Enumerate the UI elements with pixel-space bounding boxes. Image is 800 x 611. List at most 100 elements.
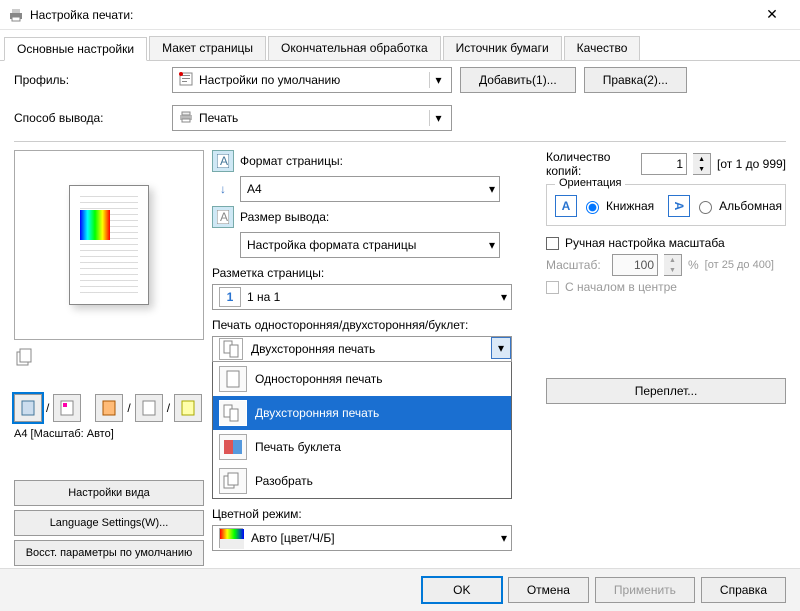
svg-text:A: A	[220, 210, 228, 224]
layout-select[interactable]: 1 1 на 1 ▾	[212, 284, 512, 310]
scale-label: Масштаб:	[546, 258, 606, 272]
close-button[interactable]: ✕	[752, 6, 792, 23]
binding-button[interactable]: Переплет...	[546, 378, 786, 404]
orientation-portrait[interactable]: А Книжная	[555, 195, 654, 217]
layout-label: Разметка страницы:	[212, 266, 538, 280]
view-mode-2[interactable]	[53, 394, 81, 422]
chevron-down-icon: ▾	[501, 290, 507, 304]
color-icon	[219, 528, 243, 548]
view-mode-1[interactable]	[14, 394, 42, 422]
scale-range: [от 25 до 400]	[705, 259, 774, 271]
duplex-select[interactable]: Двухсторонняя печать ▾	[212, 336, 512, 362]
option-label: Печать буклета	[255, 440, 341, 454]
copies-spinner[interactable]: ▲▼	[693, 153, 711, 175]
chevron-down-icon: ▾	[489, 238, 495, 252]
profile-select[interactable]: Настройки по умолчанию ▾	[172, 67, 452, 93]
page-format-label: Формат страницы:	[240, 154, 343, 168]
page-format-icon: A	[212, 150, 234, 172]
tab-finishing[interactable]: Окончательная обработка	[268, 36, 441, 60]
page-format-select[interactable]: A4 ▾	[240, 176, 500, 202]
language-settings-button[interactable]: Language Settings(W)...	[14, 510, 204, 536]
middle-panel: A Формат страницы: ↓ A4 ▾ A Размер вывод…	[212, 150, 538, 566]
tab-paper-source[interactable]: Источник бумаги	[443, 36, 562, 60]
scale-spinner: ▲▼	[664, 254, 682, 276]
output-size-icon: A	[212, 206, 234, 228]
chevron-down-icon: ▾	[429, 72, 447, 88]
print-icon	[179, 110, 193, 127]
duplex-icon	[219, 338, 243, 360]
apply-button[interactable]: Применить	[595, 577, 695, 603]
view-mode-4[interactable]	[135, 394, 163, 422]
page-format-value: A4	[247, 182, 262, 196]
edit-profile-button[interactable]: Правка(2)...	[584, 67, 687, 93]
center-origin-label: С началом в центре	[565, 280, 677, 294]
view-mode-5[interactable]	[174, 394, 202, 422]
option-collate[interactable]: Разобрать	[213, 464, 511, 498]
main-content: / / / A4 [Масштаб: Авто] Настройки вида …	[0, 146, 800, 566]
color-mode-select[interactable]: Авто [цвет/Ч/Б] ▾	[212, 525, 512, 551]
tabstrip: Основные настройки Макет страницы Оконча…	[0, 36, 800, 61]
chevron-down-icon: ▾	[491, 337, 511, 359]
option-label: Двухсторонняя печать	[255, 406, 379, 420]
duplex-value: Двухсторонняя печать	[251, 342, 375, 356]
chevron-down-icon: ▾	[489, 182, 495, 196]
manual-scale-checkbox[interactable]	[546, 237, 559, 250]
option-double-sided[interactable]: Двухсторонняя печать	[213, 396, 511, 430]
color-mode-value: Авто [цвет/Ч/Б]	[251, 531, 335, 545]
tab-quality[interactable]: Качество	[564, 36, 641, 60]
dialog-footer: OK Отмена Применить Справка	[0, 568, 800, 611]
view-mode-3[interactable]	[95, 394, 123, 422]
option-booklet[interactable]: Печать буклета	[213, 430, 511, 464]
single-page-icon	[219, 366, 247, 392]
svg-text:A: A	[220, 154, 228, 168]
layout-badge: 1	[219, 287, 241, 307]
page-preview	[69, 185, 149, 305]
layout-value: 1 на 1	[247, 290, 280, 304]
radio-portrait[interactable]	[586, 201, 599, 214]
tab-basic[interactable]: Основные настройки	[4, 37, 147, 61]
ok-button[interactable]: OK	[422, 577, 502, 603]
titlebar: Настройка печати: ✕	[0, 0, 800, 30]
add-profile-button[interactable]: Добавить(1)...	[460, 67, 576, 93]
option-label: Разобрать	[255, 474, 313, 488]
option-label: Односторонняя печать	[255, 372, 383, 386]
orientation-group: Ориентация А Книжная А Альбомная	[546, 184, 786, 226]
booklet-icon	[219, 434, 247, 460]
profile-label: Профиль:	[14, 73, 164, 87]
landscape-label: Альбомная	[719, 199, 782, 213]
help-button[interactable]: Справка	[701, 577, 786, 603]
chevron-down-icon: ▾	[429, 110, 447, 126]
option-single-sided[interactable]: Односторонняя печать	[213, 362, 511, 396]
copies-input[interactable]	[641, 153, 687, 175]
window-title: Настройка печати:	[30, 8, 752, 22]
right-panel: Количество копий: ▲▼ [от 1 до 999] Ориен…	[546, 150, 786, 566]
output-size-select[interactable]: Настройка формата страницы ▾	[240, 232, 500, 258]
restore-defaults-button[interactable]: Восст. параметры по умолчанию	[14, 540, 204, 566]
copies-stack-icon	[14, 346, 36, 368]
scale-unit: %	[688, 258, 699, 272]
double-page-icon	[219, 400, 247, 426]
collate-icon	[219, 468, 247, 494]
center-origin-checkbox	[546, 281, 559, 294]
portrait-icon: А	[555, 195, 577, 217]
radio-landscape[interactable]	[699, 201, 712, 214]
tab-layout[interactable]: Макет страницы	[149, 36, 266, 60]
output-value: Печать	[199, 111, 238, 125]
orientation-landscape[interactable]: А Альбомная	[668, 195, 782, 217]
preview-status: A4 [Масштаб: Авто]	[14, 428, 204, 440]
arrow-down-icon: ↓	[212, 178, 234, 200]
orientation-legend: Ориентация	[555, 177, 625, 189]
output-row: Способ вывода: Печать ▾	[0, 99, 800, 137]
manual-scale-label: Ручная настройка масштаба	[565, 236, 725, 250]
chevron-down-icon: ▾	[501, 531, 507, 545]
color-mode-label: Цветной режим:	[212, 507, 538, 521]
preview-mode-toolbar: / / /	[14, 394, 204, 422]
cancel-button[interactable]: Отмена	[508, 577, 589, 603]
landscape-icon: А	[668, 195, 690, 217]
output-select[interactable]: Печать ▾	[172, 105, 452, 131]
output-label: Способ вывода:	[14, 111, 164, 125]
duplex-dropdown: Односторонняя печать Двухсторонняя печат…	[212, 361, 512, 499]
output-size-label: Размер вывода:	[240, 210, 329, 224]
output-size-value: Настройка формата страницы	[247, 238, 416, 252]
view-settings-button[interactable]: Настройки вида	[14, 480, 204, 506]
